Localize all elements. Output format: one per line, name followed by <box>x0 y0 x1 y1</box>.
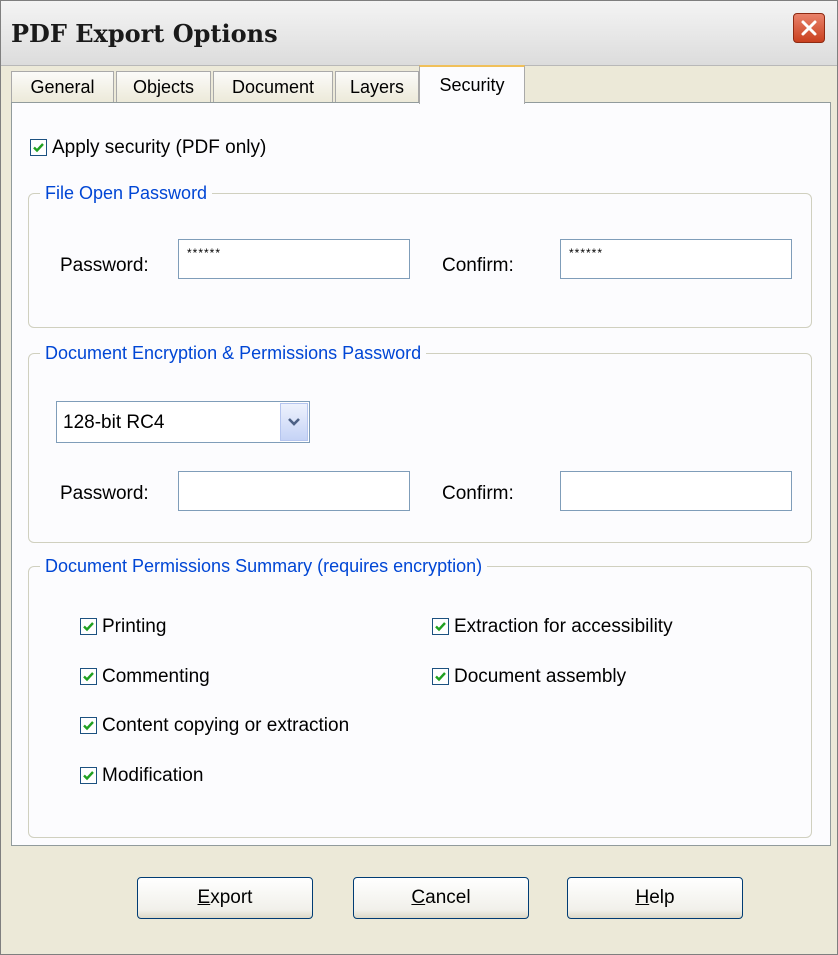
tab-layers[interactable]: Layers <box>335 71 419 103</box>
export-button[interactable]: Export <box>137 877 313 919</box>
tab-general[interactable]: General <box>11 71 114 103</box>
modification-checkbox[interactable] <box>80 767 97 784</box>
window-title: PDF Export Options <box>11 19 278 48</box>
encryption-legend: Document Encryption & Permissions Passwo… <box>40 343 427 364</box>
close-icon <box>801 20 817 36</box>
tab-label: Objects <box>132 77 195 97</box>
file-open-password-label: Password: <box>60 255 149 276</box>
encryption-confirm-label: Confirm: <box>442 483 514 504</box>
close-button[interactable] <box>793 13 825 43</box>
checkmark-icon <box>83 721 94 731</box>
tab-strip: General Objects Document Layers Security <box>11 65 831 104</box>
tab-objects[interactable]: Objects <box>116 71 211 103</box>
apply-security-label: Apply security (PDF only) <box>52 137 267 158</box>
tab-label: General <box>30 77 95 97</box>
tab-security[interactable]: Security <box>419 65 525 104</box>
file-open-confirm-label: Confirm: <box>442 255 514 276</box>
commenting-label: Commenting <box>102 666 210 687</box>
encryption-method-value: 128-bit RC4 <box>63 412 165 433</box>
content-copying-checkbox[interactable] <box>80 717 97 734</box>
checkmark-icon <box>435 622 446 632</box>
encryption-confirm-input[interactable] <box>560 471 792 511</box>
cancel-button[interactable]: Cancel <box>353 877 529 919</box>
dropdown-button[interactable] <box>280 403 308 441</box>
encryption-group <box>28 353 812 543</box>
dialog-window: PDF Export Options General Objects Docum… <box>0 0 838 955</box>
help-label: Help <box>635 887 675 908</box>
file-open-password-legend: File Open Password <box>40 183 213 204</box>
title-bar: PDF Export Options <box>1 1 837 66</box>
checkmark-icon <box>435 672 446 682</box>
commenting-checkbox[interactable] <box>80 668 97 685</box>
security-panel: Apply security (PDF only) File Open Pass… <box>11 102 831 846</box>
chevron-down-icon <box>288 418 300 426</box>
tab-label: Layers <box>349 77 405 97</box>
modification-label: Modification <box>102 765 204 786</box>
printing-checkbox[interactable] <box>80 618 97 635</box>
tab-label: Document <box>231 77 315 97</box>
checkmark-icon <box>83 771 94 781</box>
permissions-legend: Document Permissions Summary (requires e… <box>40 556 488 577</box>
permissions-group <box>28 566 812 838</box>
file-open-password-input[interactable]: ****** <box>178 239 410 279</box>
cancel-label: Cancel <box>411 887 471 908</box>
printing-label: Printing <box>102 616 167 637</box>
document-assembly-label: Document assembly <box>454 666 627 687</box>
tab-label: Security <box>439 75 505 95</box>
document-assembly-checkbox[interactable] <box>432 668 449 685</box>
checkmark-icon <box>33 143 44 153</box>
apply-security-checkbox[interactable] <box>30 139 47 156</box>
tab-document[interactable]: Document <box>213 71 333 103</box>
encryption-password-input[interactable] <box>178 471 410 511</box>
file-open-confirm-input[interactable]: ****** <box>560 239 792 279</box>
export-label: Export <box>197 887 253 908</box>
checkmark-icon <box>83 622 94 632</box>
content-copying-label: Content copying or extraction <box>102 715 350 736</box>
extraction-accessibility-checkbox[interactable] <box>432 618 449 635</box>
encryption-method-select[interactable]: 128-bit RC4 <box>56 401 310 443</box>
encryption-password-label: Password: <box>60 483 149 504</box>
help-button[interactable]: Help <box>567 877 743 919</box>
extraction-accessibility-label: Extraction for accessibility <box>454 616 673 637</box>
checkmark-icon <box>83 672 94 682</box>
